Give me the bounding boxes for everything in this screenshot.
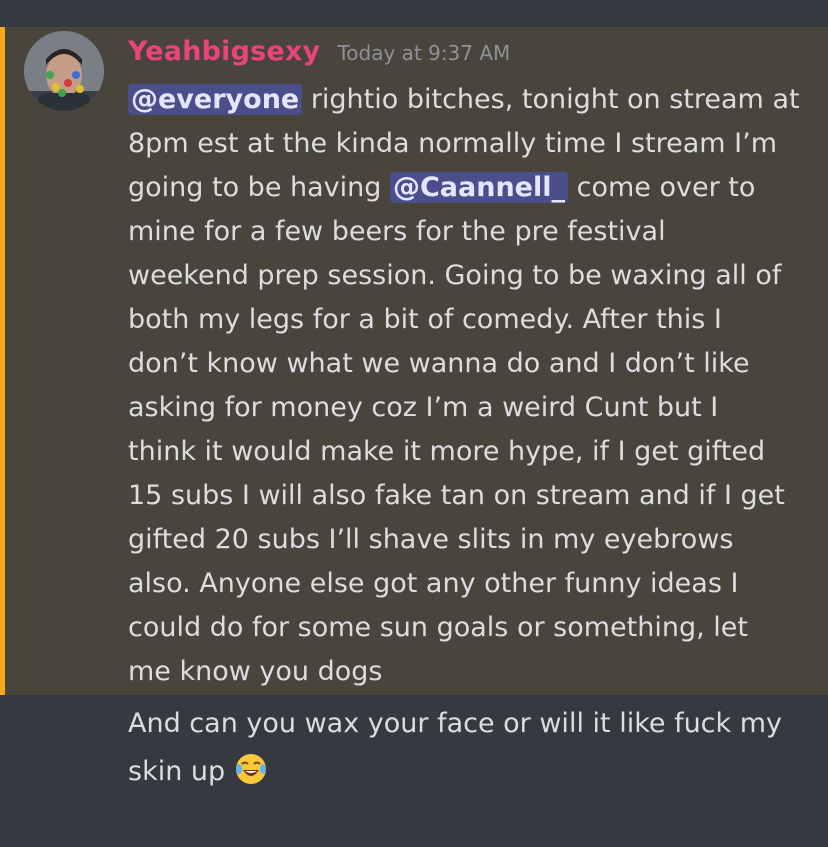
- followup-line: And can you wax your face or will it lik…: [128, 708, 783, 739]
- message-line: me know you dogs: [128, 656, 383, 687]
- message-line: 15 subs I will also fake tan on stream a…: [128, 480, 785, 511]
- avatar[interactable]: [24, 31, 104, 111]
- message-text: come over to: [568, 172, 756, 203]
- avatar-photo-icon: [24, 31, 104, 111]
- message-text: going to be having: [128, 172, 390, 203]
- message-line: both my legs for a bit of comedy. After …: [128, 304, 722, 335]
- top-strip: [0, 0, 828, 27]
- message-line: think it would make it more hype, if I g…: [128, 436, 766, 467]
- joy-emoji-icon: [234, 752, 268, 802]
- message-text: rightio bitches, tonight on stream at: [302, 84, 800, 115]
- mention-everyone[interactable]: @everyone: [128, 84, 303, 115]
- message-content: @everyone rightio bitches, tonight on st…: [128, 78, 818, 694]
- followup-message: And can you wax your face or will it lik…: [128, 700, 818, 802]
- message-line: also. Anyone else got any other funny id…: [128, 568, 739, 599]
- message-line: could do for some sun goals or something…: [128, 612, 748, 643]
- timestamp[interactable]: Today at 9:37 AM: [337, 41, 510, 65]
- message-line: don’t know what we wanna do and I don’t …: [128, 348, 750, 379]
- followup-line: skin up: [128, 748, 818, 802]
- followup-text: skin up: [128, 756, 226, 787]
- message-line: mine for a few beers for the pre festiva…: [128, 216, 666, 247]
- message-line: @everyone rightio bitches, tonight on st…: [128, 78, 818, 122]
- username[interactable]: Yeahbigsexy: [128, 36, 320, 67]
- mention-highlight-bar: [0, 27, 5, 695]
- message-line: going to be having @Caannell_ come over …: [128, 166, 818, 210]
- mention-user[interactable]: @Caannell_: [389, 172, 569, 203]
- message-line: asking for money coz I’m a weird Cunt bu…: [128, 392, 719, 423]
- message-header: Yeahbigsexy Today at 9:37 AM: [128, 36, 510, 67]
- message-line: 8pm est at the kinda normally time I str…: [128, 128, 778, 159]
- message-line: weekend prep session. Going to be waxing…: [128, 260, 782, 291]
- message-line: gifted 20 subs I’ll shave slits in my ey…: [128, 524, 734, 555]
